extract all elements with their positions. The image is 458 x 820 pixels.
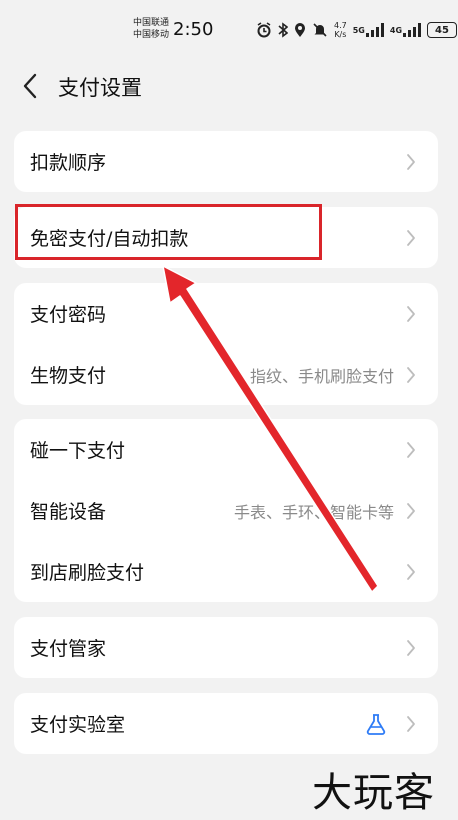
signal-icon [365,23,384,37]
back-arrow-icon [23,73,37,99]
row-payment-butler[interactable]: 支付管家 [14,617,438,678]
row-in-store-face-pay[interactable]: 到店刷脸支付 [14,541,438,602]
row-label: 到店刷脸支付 [30,562,145,584]
chevron-right-icon [404,151,418,173]
row-label: 免密支付/自动扣款 [30,228,189,250]
watermark-logo: 大玩客 [312,770,435,816]
speed-value: 4.7 [334,21,347,30]
row-password-free-payment[interactable]: 免密支付/自动扣款 [14,207,438,268]
carrier-names: 中国联通 中国移动 [133,17,169,41]
header: 支付设置 [0,62,458,112]
settings-group: 支付实验室 [14,693,438,754]
chevron-right-icon [404,227,418,249]
settings-group: 支付密码 生物支付 指纹、手机刷脸支付 [14,283,438,405]
chevron-right-icon [404,364,418,386]
chevron-right-icon [404,303,418,325]
page-title: 支付设置 [58,76,142,100]
settings-group: 碰一下支付 智能设备 手表、手环、智能卡等 到店刷脸支付 [14,419,438,602]
row-label: 碰一下支付 [30,440,126,462]
row-label: 支付管家 [30,638,107,660]
row-smart-devices[interactable]: 智能设备 手表、手环、智能卡等 [14,480,438,541]
row-sublabel: 手表、手环、智能卡等 [233,502,394,522]
signal-4g: 4G [389,23,422,37]
chevron-right-icon [404,561,418,583]
row-label: 智能设备 [30,501,107,523]
speed-unit: K/s [334,30,347,39]
row-label: 扣款顺序 [30,152,107,174]
settings-group: 扣款顺序 [14,131,438,192]
row-sublabel: 指纹、手机刷脸支付 [249,366,394,386]
net-label-2: 4G [389,25,403,35]
battery-icon: 45 [427,22,458,38]
clock: 2:50 [173,19,214,40]
status-bar: 中国联通 中国移动 2:50 4.7 K/s 5G 4G 45 [0,0,458,60]
chevron-right-icon [404,637,418,659]
net-label-1: 5G [352,25,365,35]
chevron-right-icon [404,713,418,735]
bluetooth-icon [278,22,288,38]
mute-icon [312,22,328,38]
carrier-1: 中国联通 [133,18,170,28]
row-label: 生物支付 [30,365,107,387]
network-speed: 4.7 K/s [334,21,347,39]
signal-icon [403,23,422,37]
carrier-2: 中国移动 [133,30,170,40]
back-button[interactable] [14,70,46,102]
row-deduction-order[interactable]: 扣款顺序 [14,131,438,192]
row-tap-to-pay[interactable]: 碰一下支付 [14,419,438,480]
alarm-icon [256,22,272,38]
screen: 中国联通 中国移动 2:50 4.7 K/s 5G 4G 45 支付设置 扣款顺… [0,0,458,820]
row-biometric-payment[interactable]: 生物支付 指纹、手机刷脸支付 [14,344,438,405]
settings-group: 支付管家 [14,617,438,678]
row-label: 支付密码 [30,304,107,326]
row-label: 支付实验室 [30,714,126,736]
flask-icon [364,712,388,736]
signal-5g: 5G [353,23,384,37]
location-icon [294,22,306,38]
chevron-right-icon [404,439,418,461]
battery-level: 45 [435,24,449,36]
settings-group: 免密支付/自动扣款 [14,207,438,268]
status-icons: 4.7 K/s 5G 4G 45 [256,19,458,41]
row-payment-lab[interactable]: 支付实验室 [14,693,438,754]
chevron-right-icon [404,500,418,522]
row-payment-password[interactable]: 支付密码 [14,283,438,344]
